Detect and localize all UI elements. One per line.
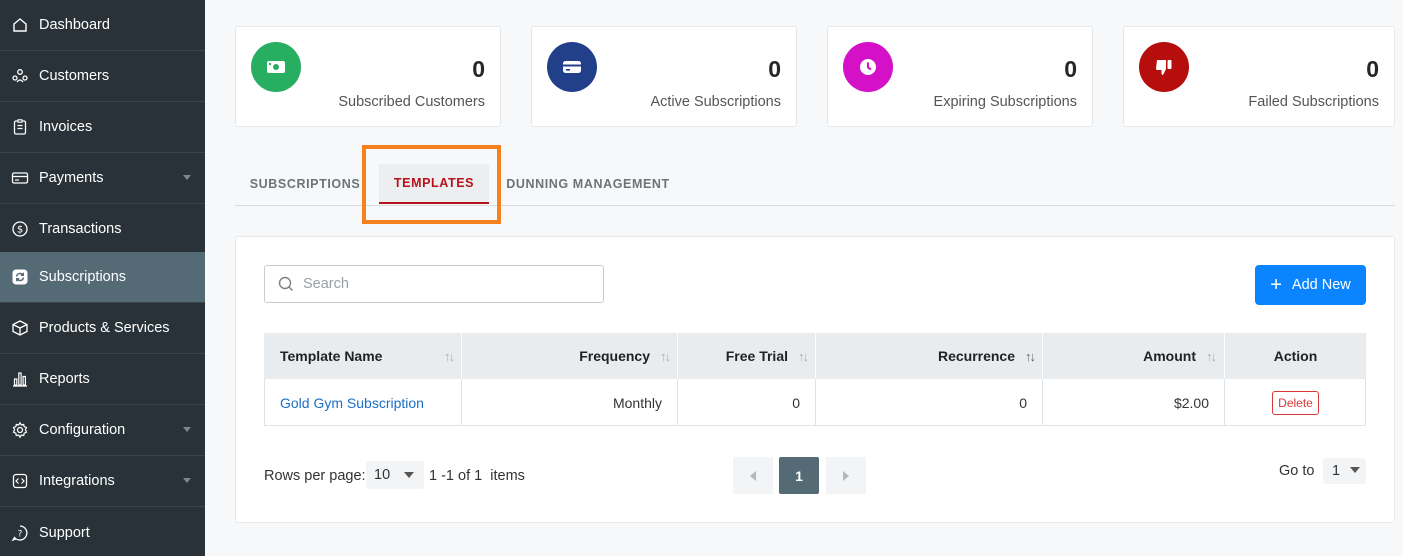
customers-icon [11, 67, 29, 85]
sidebar-item-dashboard[interactable]: Dashboard [0, 0, 205, 51]
template-name-link[interactable]: Gold Gym Subscription [280, 395, 424, 411]
chevron-right-icon [843, 470, 849, 481]
cell-recurrence: 0 [816, 379, 1043, 426]
chevron-down-icon [404, 472, 414, 478]
sidebar-item-subscriptions[interactable]: Subscriptions [0, 252, 205, 303]
cell-action: Delete [1225, 379, 1366, 426]
sort-icon[interactable]: ↑↓ [1025, 349, 1036, 364]
sort-icon[interactable]: ↑↓ [660, 349, 671, 364]
sidebar: Dashboard Customers Invoices Payments $ … [0, 0, 205, 556]
add-new-label: Add New [1291, 277, 1351, 293]
sidebar-item-transactions[interactable]: $ Transactions [0, 204, 205, 255]
items-count: 1 -1 of 1 items [429, 468, 525, 484]
cell-template-name[interactable]: Gold Gym Subscription [264, 379, 462, 426]
stat-value: 0 [1366, 56, 1379, 82]
gear-icon [11, 421, 29, 439]
bar-chart-icon [11, 370, 29, 388]
chevron-down-icon [183, 478, 191, 483]
sidebar-item-products-services[interactable]: Products & Services [0, 303, 205, 354]
sidebar-item-label: Subscriptions [39, 269, 127, 285]
search-field[interactable] [264, 265, 604, 303]
sidebar-item-payments[interactable]: Payments [0, 153, 205, 204]
svg-text:?: ? [18, 529, 23, 539]
plus-icon: + [1270, 274, 1282, 296]
rows-per-page-select[interactable]: 10 [366, 461, 424, 489]
sidebar-item-label: Products & Services [39, 320, 170, 336]
column-header-frequency[interactable]: Frequency ↑↓ [462, 333, 678, 379]
cell-frequency: Monthly [462, 379, 678, 426]
refresh-icon [11, 268, 29, 286]
column-header-free-trial[interactable]: Free Trial ↑↓ [678, 333, 816, 379]
chevron-down-icon [183, 427, 191, 432]
sidebar-item-label: Configuration [39, 422, 126, 438]
money-icon [251, 42, 301, 92]
sidebar-item-label: Dashboard [39, 17, 110, 33]
search-icon [278, 276, 293, 291]
sidebar-item-label: Reports [39, 371, 90, 387]
stat-card-failed-subscriptions: 0 Failed Subscriptions [1123, 26, 1395, 127]
page-1-button[interactable]: 1 [779, 457, 819, 494]
dollar-circle-icon: $ [11, 220, 29, 238]
cell-free-trial: 0 [678, 379, 816, 426]
tab-templates[interactable]: TEMPLATES [379, 164, 489, 204]
sidebar-item-support[interactable]: ? Support [0, 507, 205, 556]
box-icon [11, 319, 29, 337]
sidebar-item-reports[interactable]: Reports [0, 354, 205, 405]
sidebar-item-configuration[interactable]: Configuration [0, 405, 205, 456]
chevron-down-icon [1350, 467, 1360, 473]
add-new-button[interactable]: + Add New [1255, 265, 1366, 305]
sidebar-item-label: Transactions [39, 221, 122, 237]
chevron-left-icon [750, 470, 756, 481]
payment-card-icon [11, 169, 29, 187]
tab-dunning-management[interactable]: DUNNING MANAGEMENT [503, 164, 673, 204]
stat-card-expiring-subscriptions: 0 Expiring Subscriptions [827, 26, 1093, 127]
stat-value: 0 [472, 56, 485, 82]
sidebar-item-label: Customers [39, 68, 110, 84]
previous-page-button[interactable] [733, 457, 773, 494]
sort-icon[interactable]: ↑↓ [798, 349, 809, 364]
column-header-template-name[interactable]: Template Name ↑↓ [264, 333, 462, 379]
help-icon: ? [11, 524, 29, 542]
invoice-icon [11, 118, 29, 136]
thumbs-down-icon [1139, 42, 1189, 92]
rows-per-page-label: Rows per page: [264, 468, 366, 484]
stat-label: Failed Subscriptions [1248, 94, 1379, 110]
sidebar-item-invoices[interactable]: Invoices [0, 102, 205, 153]
clock-icon [843, 42, 893, 92]
sidebar-item-label: Support [39, 524, 90, 541]
stat-label: Expiring Subscriptions [933, 94, 1077, 110]
tab-subscriptions[interactable]: SUBSCRIPTIONS [245, 164, 365, 204]
home-icon [11, 16, 29, 34]
sidebar-item-label: Invoices [39, 119, 93, 135]
sidebar-item-label: Payments [39, 170, 104, 186]
stat-label: Subscribed Customers [338, 94, 485, 110]
search-input[interactable] [303, 276, 583, 292]
sidebar-item-integrations[interactable]: Integrations [0, 456, 205, 507]
sidebar-item-customers[interactable]: Customers [0, 51, 205, 102]
sidebar-item-label: Integrations [39, 473, 115, 489]
chevron-down-icon [183, 175, 191, 180]
credit-card-icon [547, 42, 597, 92]
stat-card-active-subscriptions: 0 Active Subscriptions [531, 26, 797, 127]
tabs-divider [235, 205, 1395, 206]
next-page-button[interactable] [826, 457, 866, 494]
delete-button[interactable]: Delete [1272, 390, 1319, 415]
sort-icon[interactable]: ↑↓ [444, 349, 455, 364]
stat-label: Active Subscriptions [650, 94, 781, 110]
goto-page-select[interactable]: 1 [1323, 458, 1366, 484]
stat-card-subscribed-customers: 0 Subscribed Customers [235, 26, 501, 127]
cell-amount: $2.00 [1043, 379, 1225, 426]
column-header-action: Action [1273, 348, 1318, 364]
stat-value: 0 [768, 56, 781, 82]
column-header-amount[interactable]: Amount ↑↓ [1043, 333, 1225, 379]
column-header-recurrence[interactable]: Recurrence ↑↓ [816, 333, 1043, 379]
svg-text:$: $ [17, 225, 23, 236]
goto-label: Go to [1279, 463, 1315, 479]
integrations-icon [11, 472, 29, 490]
stat-value: 0 [1064, 56, 1077, 82]
sort-icon[interactable]: ↑↓ [1206, 349, 1217, 364]
